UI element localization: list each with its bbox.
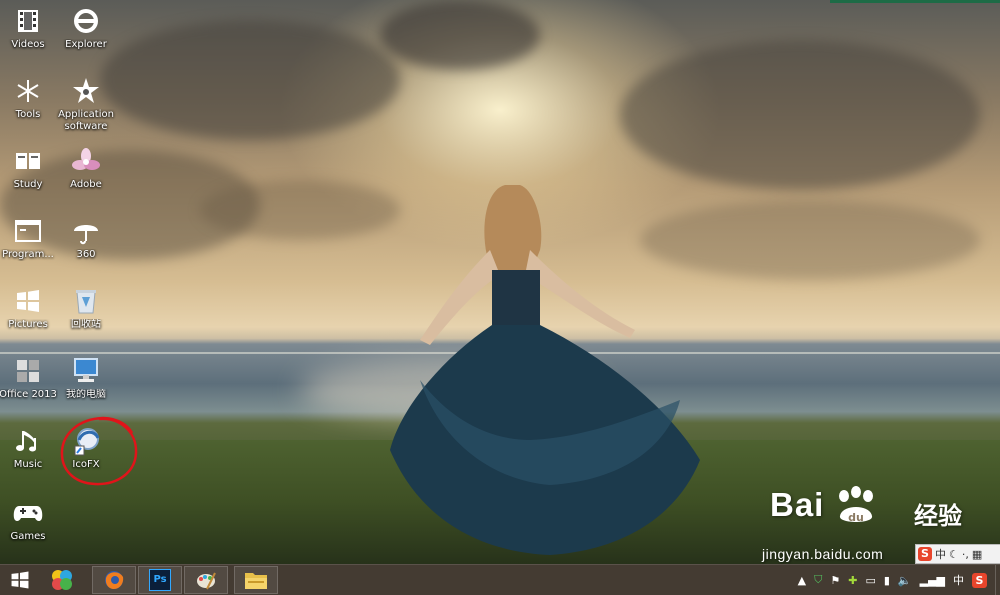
taskbar: Ps ▲ ⛉ ⚑ ✚ ▭ ▮ 🔈 ▂▄▆ 中 S bbox=[0, 564, 1000, 595]
sogou-tray-label: S bbox=[975, 573, 984, 587]
desktop-icon-label: Office 2013 bbox=[0, 389, 57, 400]
tray-ime-language[interactable]: 中 bbox=[953, 572, 964, 588]
desktop-icon-music[interactable]: Music bbox=[0, 426, 58, 471]
punctuation-icon[interactable]: ·, bbox=[962, 548, 969, 561]
system-tray: ▲ ⛉ ⚑ ✚ ▭ ▮ 🔈 ▂▄▆ 中 S bbox=[794, 565, 1000, 595]
network-adapter-icon[interactable]: ▭ bbox=[865, 574, 875, 587]
desktop-icon-my-computer[interactable]: 我的电脑 bbox=[56, 356, 116, 401]
paint-icon bbox=[197, 572, 216, 590]
computer-icon bbox=[56, 356, 116, 386]
desktop-icon-programs[interactable]: Program... bbox=[0, 216, 58, 261]
desktop-icon-label: Games bbox=[10, 531, 46, 542]
desktop-icon-label: 回收站 bbox=[71, 319, 101, 330]
taskbar-pinwheel-app[interactable] bbox=[44, 566, 80, 594]
shield-icon[interactable]: ⛉ bbox=[814, 573, 822, 587]
desktop-icon-label: Videos bbox=[11, 39, 45, 50]
ime-toolbar[interactable]: S 中 ☾ ·, ▦ bbox=[915, 544, 1000, 564]
desktop-icon-label: Program... bbox=[2, 249, 54, 260]
desktop-icon-games[interactable]: Games bbox=[0, 498, 58, 543]
desktop-icon-label: 我的电脑 bbox=[66, 389, 106, 400]
desktop-icon-pictures[interactable]: Pictures bbox=[0, 286, 58, 331]
windows-logo-icon bbox=[0, 286, 58, 316]
photoshop-label: Ps bbox=[153, 574, 167, 585]
desktop-icon-recycle-bin[interactable]: 回收站 bbox=[56, 286, 116, 331]
desktop-icon-application-software[interactable]: Application software bbox=[56, 76, 116, 133]
desktop-icon-adobe[interactable]: Adobe bbox=[56, 146, 116, 191]
desktop-wallpaper bbox=[0, 0, 1000, 564]
keyboard-icon[interactable]: ▦ bbox=[972, 548, 982, 561]
desktop-icon-label: Adobe bbox=[70, 179, 102, 190]
desktop-icon-explorer[interactable]: Explorer bbox=[56, 6, 116, 51]
desktop-icon-label: 360 bbox=[76, 249, 96, 260]
start-button[interactable] bbox=[4, 566, 36, 594]
desktop-icon-label: Tools bbox=[15, 109, 41, 120]
svg-text:du: du bbox=[848, 511, 864, 524]
music-icon bbox=[0, 426, 58, 456]
desktop-icon-office[interactable]: Office 2013 bbox=[0, 356, 58, 401]
adobe-icon bbox=[56, 146, 116, 176]
top-edge-bar bbox=[830, 0, 1000, 3]
volume-icon[interactable]: 🔈 bbox=[898, 574, 912, 587]
desktop-icon-label: Explorer bbox=[65, 39, 107, 50]
watermark-brand-cn: 经验 bbox=[914, 502, 962, 530]
desktop-icon-label: Application software bbox=[58, 109, 114, 132]
highlight-circle bbox=[60, 416, 138, 486]
show-desktop-button[interactable] bbox=[995, 565, 1000, 595]
battery-icon[interactable]: ▮ bbox=[884, 574, 890, 587]
desktop-icon-tools[interactable]: Tools bbox=[0, 76, 58, 121]
moon-icon[interactable]: ☾ bbox=[949, 548, 959, 561]
taskbar-photoshop[interactable]: Ps bbox=[138, 566, 182, 594]
paw-icon: du bbox=[839, 486, 873, 524]
watermark-brand: Bai bbox=[770, 486, 825, 523]
desktop-icon-study[interactable]: Study bbox=[0, 146, 58, 191]
file-explorer-icon bbox=[245, 573, 267, 589]
window-icon bbox=[0, 216, 58, 246]
pinwheel-icon bbox=[52, 570, 72, 590]
recycle-bin-icon bbox=[56, 286, 116, 316]
sogou-tray-icon[interactable]: S bbox=[972, 572, 987, 588]
ime-language-toggle[interactable]: 中 bbox=[935, 546, 946, 562]
office-icon bbox=[0, 356, 58, 386]
taskbar-firefox[interactable] bbox=[92, 566, 136, 594]
security-360-icon[interactable]: ✚ bbox=[848, 574, 857, 587]
photoshop-icon: Ps bbox=[149, 569, 171, 591]
sogou-logo-icon: S bbox=[918, 547, 932, 561]
star-icon bbox=[56, 76, 116, 106]
signal-icon[interactable]: ▂▄▆ bbox=[920, 574, 945, 587]
taskbar-paint[interactable] bbox=[184, 566, 228, 594]
gamepad-icon bbox=[0, 498, 58, 528]
umbrella-icon bbox=[56, 216, 116, 246]
desktop-icon-360[interactable]: 360 bbox=[56, 216, 116, 261]
show-hidden-icons-icon[interactable]: ▲ bbox=[798, 574, 806, 587]
desktop-icon-label: Music bbox=[13, 459, 43, 470]
firefox-icon bbox=[105, 571, 124, 589]
woman-silhouette bbox=[390, 185, 700, 555]
flag-icon[interactable]: ⚑ bbox=[830, 574, 840, 587]
desktop-icon-videos[interactable]: Videos bbox=[0, 6, 58, 51]
book-icon bbox=[0, 146, 58, 176]
desktop-icon-label: Pictures bbox=[8, 319, 48, 330]
start-icon bbox=[11, 571, 29, 589]
snowflake-icon bbox=[0, 76, 58, 106]
ie-icon bbox=[56, 6, 116, 36]
taskbar-file-explorer[interactable] bbox=[234, 566, 278, 594]
watermark-url: jingyan.baidu.com bbox=[762, 546, 884, 562]
film-icon bbox=[0, 6, 58, 36]
desktop-icon-label: Study bbox=[13, 179, 43, 190]
